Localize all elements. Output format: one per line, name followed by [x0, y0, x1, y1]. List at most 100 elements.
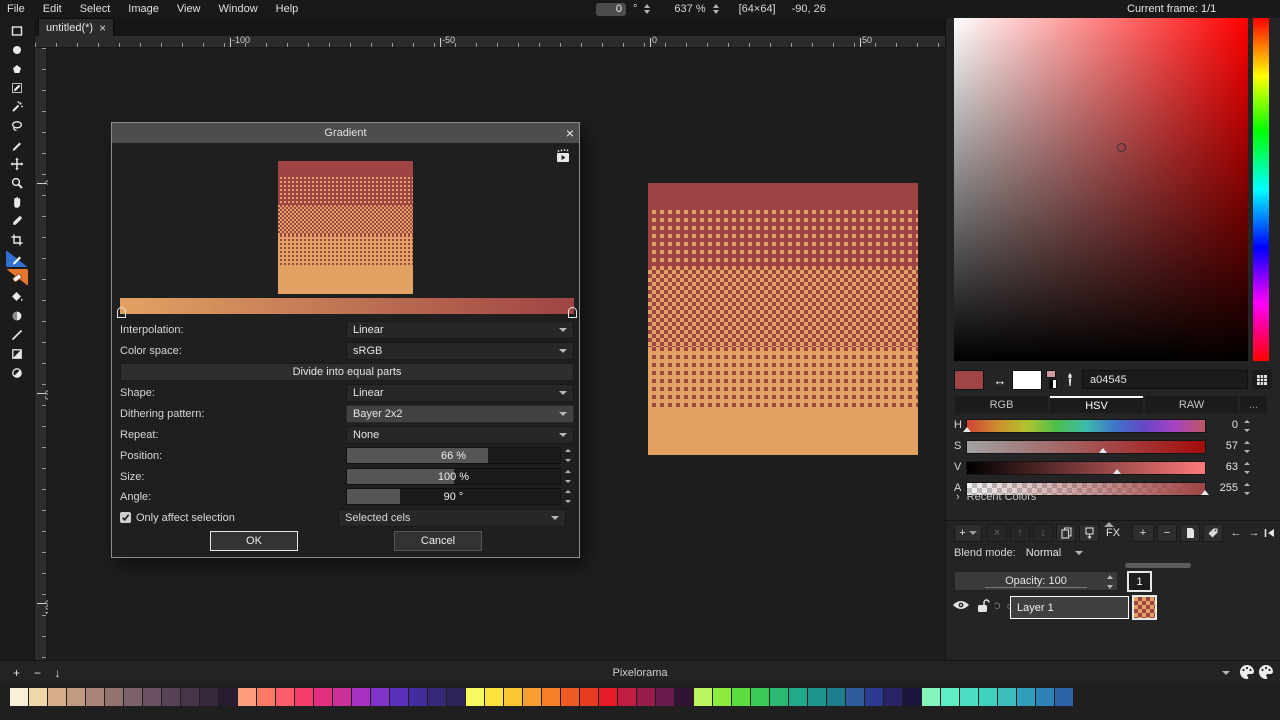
clone-layer-button[interactable] — [1056, 524, 1076, 542]
layer-visibility-eye-icon[interactable] — [952, 599, 970, 614]
move-layer-down-button[interactable]: ↓ — [1033, 524, 1053, 542]
palette-swatch[interactable] — [998, 688, 1016, 706]
eraser-tool[interactable] — [6, 269, 28, 286]
palette-swatch[interactable] — [1017, 688, 1035, 706]
palette-swatch[interactable] — [257, 688, 275, 706]
palette-swatch[interactable] — [903, 688, 921, 706]
dialog-close-icon[interactable]: × — [566, 123, 574, 143]
position-spinner[interactable] — [565, 447, 571, 464]
swap-colors-icon[interactable]: ↔ — [990, 370, 1010, 390]
edit-palette-icon[interactable] — [1239, 664, 1255, 683]
rotation-field[interactable]: 0 — [596, 3, 626, 16]
palette-swatch[interactable] — [580, 688, 598, 706]
saturation-slider[interactable] — [966, 440, 1206, 454]
palette-swatch[interactable] — [86, 688, 104, 706]
palette-swatch[interactable] — [219, 688, 237, 706]
angle-slider[interactable]: 90 ° — [346, 488, 561, 505]
zoom-spinner[interactable] — [713, 4, 719, 14]
palette-swatch[interactable] — [656, 688, 674, 706]
animated-preview-icon[interactable] — [555, 149, 571, 166]
palette-swatch[interactable] — [48, 688, 66, 706]
divide-equal-parts-button[interactable]: Divide into equal parts — [120, 363, 574, 381]
angle-spinner[interactable] — [565, 488, 571, 505]
tab-raw[interactable]: RAW — [1145, 396, 1238, 413]
tab-untitled[interactable]: untitled(*) × — [38, 18, 114, 36]
add-layer-button[interactable]: + — [954, 524, 982, 542]
palette-swatch[interactable] — [979, 688, 997, 706]
palette-swatch[interactable] — [352, 688, 370, 706]
palette-swatch[interactable] — [504, 688, 522, 706]
position-slider[interactable]: 66 % — [346, 447, 561, 464]
zoom-value[interactable]: 637 % — [674, 3, 705, 15]
dithering-dropdown[interactable]: Bayer 2x2 — [346, 405, 574, 423]
shading-tool[interactable] — [6, 307, 28, 324]
palette-swatch[interactable] — [561, 688, 579, 706]
remove-frame-button[interactable]: − — [1157, 524, 1177, 542]
palette-swatch[interactable] — [67, 688, 85, 706]
palette-swatch[interactable] — [637, 688, 655, 706]
menu-view[interactable]: View — [168, 3, 210, 15]
ellipse-select-tool[interactable] — [6, 41, 28, 58]
frame-column-header[interactable]: 1 — [1127, 571, 1152, 592]
palette-swatch[interactable] — [827, 688, 845, 706]
pan-tool[interactable] — [6, 193, 28, 210]
alpha-spinner[interactable] — [1244, 482, 1250, 496]
cel-thumbnail[interactable] — [1132, 595, 1157, 620]
palette-swatch[interactable] — [808, 688, 826, 706]
add-palette-button[interactable]: + — [8, 664, 25, 681]
palette-swatch[interactable] — [865, 688, 883, 706]
palette-swatch[interactable] — [390, 688, 408, 706]
line-tool[interactable] — [6, 326, 28, 343]
size-slider[interactable]: 100 % — [346, 468, 561, 485]
tab-more[interactable]: ... — [1240, 396, 1267, 413]
palette-swatch[interactable] — [333, 688, 351, 706]
palette-swatch[interactable] — [124, 688, 142, 706]
ok-button[interactable]: OK — [210, 531, 298, 551]
palette-swatch[interactable] — [751, 688, 769, 706]
palette-swatch[interactable] — [770, 688, 788, 706]
tab-rgb[interactable]: RGB — [955, 396, 1048, 413]
palette-swatch[interactable] — [428, 688, 446, 706]
rotation-spinner[interactable] — [644, 4, 650, 14]
value-value[interactable]: 63 — [1204, 461, 1238, 473]
layer-name-field[interactable]: Layer 1 — [1010, 596, 1129, 619]
color-grid-icon[interactable] — [1252, 370, 1272, 389]
palette-swatch[interactable] — [10, 688, 28, 706]
opacity-slider[interactable]: Opacity: 100 — [954, 571, 1118, 591]
palette-swatch[interactable] — [409, 688, 427, 706]
palette-swatch[interactable] — [846, 688, 864, 706]
move-tool[interactable] — [6, 155, 28, 172]
bucket-tool[interactable] — [6, 288, 28, 305]
move-frame-left-button[interactable]: ← — [1226, 524, 1246, 542]
palette-swatch[interactable] — [884, 688, 902, 706]
menu-file[interactable]: File — [0, 3, 34, 15]
dialog-titlebar[interactable]: Gradient × — [112, 123, 579, 143]
saturation-value[interactable]: 57 — [1204, 440, 1238, 452]
repeat-dropdown[interactable]: None — [346, 426, 574, 444]
primary-color-swatch[interactable] — [954, 370, 984, 390]
color-select-tool[interactable] — [6, 79, 28, 96]
gradient-stop-left[interactable] — [117, 307, 126, 318]
menu-window[interactable]: Window — [210, 3, 267, 15]
cancel-button[interactable]: Cancel — [394, 531, 482, 551]
palette-swatch[interactable] — [1036, 688, 1054, 706]
palette-swatch[interactable] — [732, 688, 750, 706]
menu-select[interactable]: Select — [71, 3, 120, 15]
secondary-color-swatch[interactable] — [1012, 370, 1042, 390]
shape-dropdown[interactable]: Linear — [346, 384, 574, 402]
palette-swatch[interactable] — [238, 688, 256, 706]
move-layer-up-button[interactable]: ↑ — [1010, 524, 1030, 542]
palette-swatch[interactable] — [523, 688, 541, 706]
timeline-scrollbar[interactable] — [1125, 563, 1191, 568]
value-slider[interactable] — [966, 461, 1206, 475]
palette-swatch[interactable] — [542, 688, 560, 706]
frame-tag-button[interactable] — [1203, 524, 1223, 542]
palette-swatch[interactable] — [200, 688, 218, 706]
only-affect-selection-checkbox[interactable] — [120, 512, 131, 523]
hue-spinner[interactable] — [1244, 419, 1250, 433]
palette-swatch[interactable] — [789, 688, 807, 706]
blend-mode-dropdown[interactable]: Normal — [1022, 546, 1087, 560]
palette-swatch[interactable] — [485, 688, 503, 706]
hue-slider[interactable] — [966, 419, 1206, 433]
palette-swatch[interactable] — [143, 688, 161, 706]
